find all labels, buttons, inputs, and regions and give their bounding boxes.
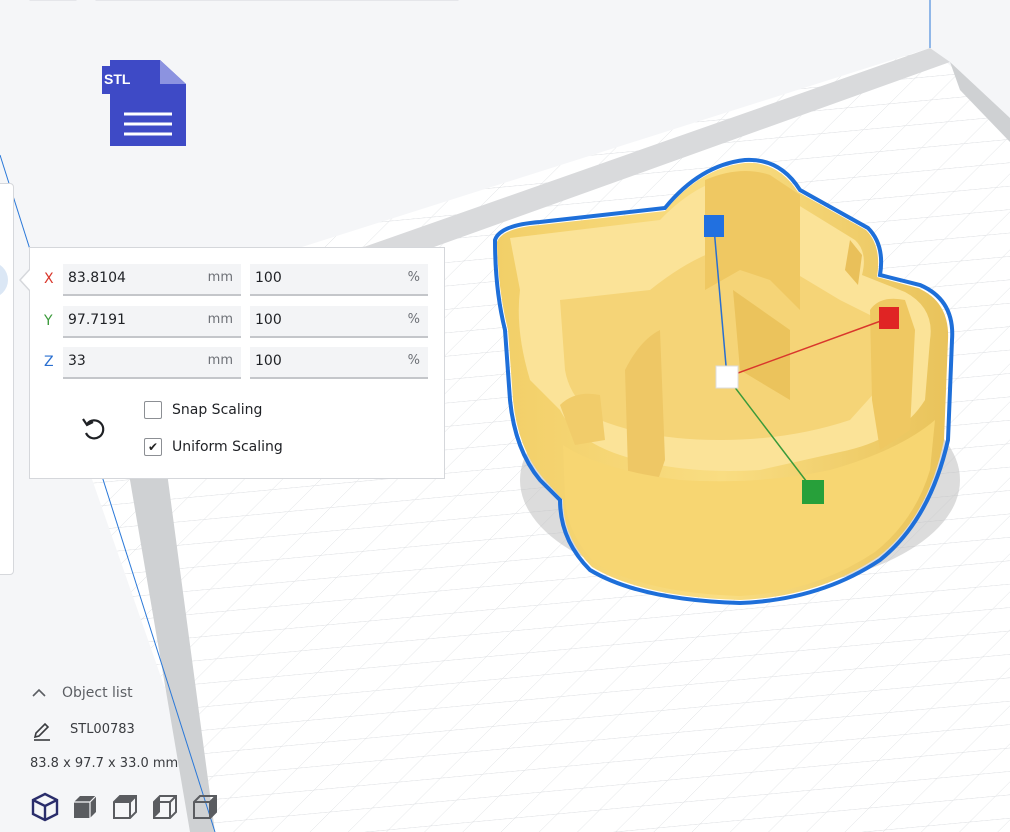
uniform-scale-handle[interactable]: [715, 365, 739, 389]
stl-file-icon: STL: [100, 52, 192, 150]
x-percent-value: 100: [255, 270, 282, 286]
object-row[interactable]: STL00783: [30, 719, 230, 743]
panel-pointer-inner: [21, 269, 31, 291]
uniform-scaling-checkbox[interactable]: ✔: [144, 438, 162, 456]
object-dimensions: 83.8 x 97.7 x 33.0 mm: [30, 756, 179, 771]
z-size-value: 33: [68, 353, 86, 369]
z-axis-label: Z: [44, 354, 54, 370]
checkmark-icon: ✔: [147, 440, 159, 454]
y-size-value: 97.7191: [68, 312, 126, 328]
snap-scaling-checkbox[interactable]: [144, 401, 162, 419]
y-size-unit: mm: [207, 312, 233, 327]
uniform-scaling-label: Uniform Scaling: [172, 439, 283, 455]
top-view-button[interactable]: [108, 790, 142, 824]
x-size-value: 83.8104: [68, 270, 126, 286]
object-name: STL00783: [70, 722, 135, 737]
3d-viewport[interactable]: STL X 83.8104 mm 100 % Y 97.7191 mm 100: [0, 0, 1010, 832]
x-size-input[interactable]: 83.8104 mm: [63, 264, 241, 296]
stl-icon-label: STL: [104, 71, 131, 87]
y-size-input[interactable]: 97.7191 mm: [63, 306, 241, 338]
cube-left-icon: [153, 795, 177, 819]
z-size-unit: mm: [207, 353, 233, 368]
cube-top-icon: [113, 795, 137, 819]
y-percent-value: 100: [255, 312, 282, 328]
z-percent-input[interactable]: 100 %: [250, 347, 428, 379]
y-axis-handle[interactable]: [802, 480, 824, 504]
z-axis-handle[interactable]: [704, 215, 724, 237]
chevron-up-icon: [32, 688, 46, 697]
x-axis-label: X: [44, 271, 54, 287]
z-size-input[interactable]: 33 mm: [63, 347, 241, 379]
left-view-button[interactable]: [148, 790, 182, 824]
reset-scale-button[interactable]: [79, 414, 109, 444]
object-list-toggle[interactable]: Object list: [30, 683, 170, 705]
y-percent-input[interactable]: 100 %: [250, 306, 428, 338]
snap-scaling-label: Snap Scaling: [172, 402, 263, 418]
x-axis-handle[interactable]: [879, 307, 899, 329]
cube-right-icon: [193, 795, 217, 819]
right-view-button[interactable]: [188, 790, 222, 824]
rotate-ccw-icon: [82, 418, 105, 440]
y-percent-unit: %: [407, 312, 420, 327]
z-percent-unit: %: [407, 353, 420, 368]
x-size-unit: mm: [207, 270, 233, 285]
y-axis-label: Y: [44, 313, 53, 329]
cube-outline-icon: [31, 792, 59, 822]
3d-view-button[interactable]: [28, 790, 62, 824]
front-view-button[interactable]: [68, 790, 102, 824]
pencil-icon[interactable]: [32, 721, 52, 741]
scale-panel: X 83.8104 mm 100 % Y 97.7191 mm 100 % Z: [29, 247, 445, 479]
object-list-label: Object list: [62, 685, 133, 701]
x-percent-unit: %: [407, 270, 420, 285]
x-percent-input[interactable]: 100 %: [250, 264, 428, 296]
z-percent-value: 100: [255, 353, 282, 369]
tool-sidebar: [0, 183, 14, 575]
cube-front-icon: [74, 795, 97, 818]
